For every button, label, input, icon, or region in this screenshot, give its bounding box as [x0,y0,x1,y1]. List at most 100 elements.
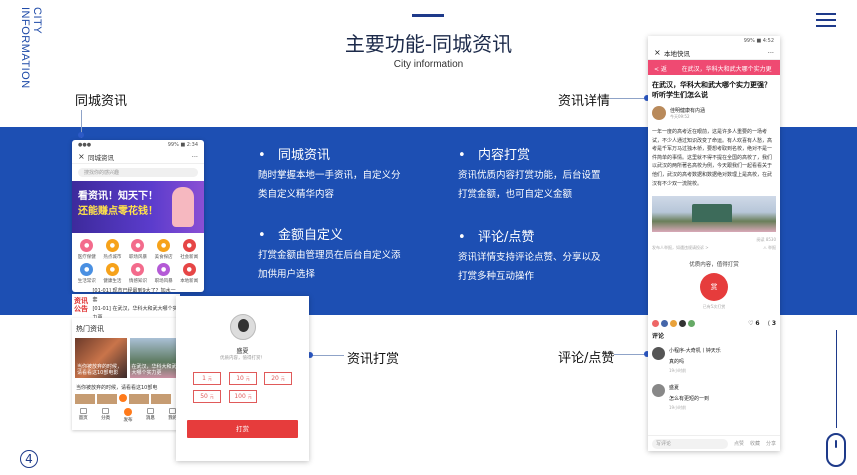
article-image-footer: 阅读 8530 [756,237,776,243]
article-title: 在武汉，华科大和武大哪个实力更强？听听学生们怎么说 [652,81,771,99]
reward-submit-button[interactable]: 打赏 [187,420,298,438]
category-item[interactable]: ● 美食探店 [151,239,177,260]
reward-user-name: 盛夏 [236,348,249,355]
category-item[interactable]: ● 职场风暴 [125,239,151,260]
category-icon: ● [80,239,94,252]
tab-message[interactable]: 消息 [146,408,155,423]
category-item[interactable]: ● 本地新闻 [176,263,202,284]
hot-news-caption: 在武汉，华科大和武大哪个实力更 [131,364,177,376]
hot-news-caption: 当你被放弃的时候，请看看这10部电影 [77,364,123,376]
reward-avatars: ♡ 6 ⟨ 3 [648,310,780,329]
category-label: 健康生活 [103,279,122,284]
close-icon[interactable]: × [78,152,88,161]
reward-description: 优质内容，值得打赏！ [220,356,265,361]
menu-icon[interactable] [816,13,836,27]
back-button[interactable]: < 返回 [654,64,672,82]
label-detail: 资讯详情 [558,94,611,109]
comment-item[interactable]: 小程序-大奇机丨钟天乐 真的吗 19小时前 [648,342,780,379]
amount-option[interactable]: 50 元 [193,390,221,403]
more-icon[interactable]: ··· [768,49,774,57]
feature-desc-comment: 资讯详情支持评论点赞、分享以及打赏多种互动操作 [458,252,601,282]
banner-line2: 还能赚点零花钱！ [78,206,158,217]
article-author[interactable]: 佳明健康有内涵 今天09:52 [648,102,780,124]
banner-line1: 看资讯！知天下！ [78,191,158,202]
author-name: 佳明健康有内涵 [670,107,706,114]
tab-publish[interactable]: 发布 [123,408,132,423]
announcement-line[interactable]: [01-01] 现市已经最到9大了？加水一套 [92,287,180,305]
category-icon: ● [182,239,196,252]
news-announcement[interactable]: 资讯公告 [01-01] 现市已经最到9大了？加水一套 [01-01] 在武汉，… [72,288,180,321]
category-icon: ● [157,263,171,276]
category-item[interactable]: ● 社会新闻 [176,239,202,260]
scroll-line [836,330,837,428]
reward-button[interactable]: 赏 [700,273,728,302]
feature-desc-news: 随时掌握本地一手资讯，自定义分类自定义精华内容 [258,170,401,200]
reward-prompt: 优质内容，值得打赏 [689,262,739,269]
label-news: 同城资讯 [75,94,128,109]
plus-icon [123,408,132,416]
comment-author: 盛夏 [669,385,680,392]
feature-title-amount: • 金额自定义 [258,228,344,243]
category-label: 职场风暴 [128,255,147,260]
category-item[interactable]: ● 热点城市 [100,239,126,260]
comment-item[interactable]: 盛夏 怎么有更短的一到 19小时前 [648,379,780,416]
like-action[interactable]: 点赞 [734,440,744,447]
avatar [652,106,666,120]
close-icon[interactable]: × [654,48,664,57]
category-icon: ● [105,263,119,276]
tab-home[interactable]: 首页 [79,408,88,423]
category-label: 情感知识 [128,279,147,284]
favorite-action[interactable]: 收藏 [750,440,760,447]
category-grid: ● 医疗保健 ● 热点城市 ● 职场风暴 ● 美食探店 ● 社会新闻 ● 生活常识 ● 健康生活 ● 情感知识… [72,235,204,286]
title-accent-bar [412,14,444,17]
detail-red-header: < 返回 在武汉，华科大和武大哪个实力更强? [648,60,780,82]
avatar [652,347,665,361]
bottom-tab-bar: 首页 分类 发布 消息 我的 [72,404,184,423]
report-hint[interactable]: 发布人举报，如遇违规请投诉 > [652,245,709,251]
category-item[interactable]: ● 医疗保健 [74,239,100,260]
category-label: 社会新闻 [180,255,199,260]
hot-news-panel: 热门资讯 当你被放弃的时候，请看看这10部电影 在武汉，华科大和武大哪个实力更 … [72,318,184,430]
category-item[interactable]: ● 情感知识 [125,263,151,284]
category-icon: ● [131,239,145,252]
news-nav-title: 同城资讯 [88,153,114,162]
home-icon [79,408,87,414]
amount-option[interactable]: 1 元 [193,372,221,385]
article-foot: 发布人举报，如遇违规请投诉 > ⚠ 举报 [648,244,780,252]
amount-option[interactable]: 100 元 [229,390,257,403]
category-icon [102,408,110,414]
amount-option[interactable]: 20 元 [264,372,292,385]
amount-option[interactable]: 10 元 [229,372,257,385]
category-item[interactable]: ● 健康生活 [100,263,126,284]
tab-category[interactable]: 分类 [101,408,110,423]
connector-reward [310,355,344,356]
news-phone-screen: ●●● 99% ■ 2:34 × 同城资讯 ··· 搜找你的感兴趣 看资讯！知天下… [72,140,204,292]
report-button[interactable]: ⚠ 举报 [763,245,776,251]
category-label: 热点城市 [103,255,122,260]
category-icon: ● [80,263,94,276]
news-search-input[interactable]: 搜找你的感兴趣 [78,168,198,177]
hot-news-title: 热门资讯 [76,325,104,333]
like-count[interactable]: ♡ 6 [748,320,759,327]
hot-news-bottom-text[interactable]: 当你被放弃的时候，请看看这10部电 [72,378,184,394]
comment-author: 小程序-大奇机丨钟天乐 [669,348,721,355]
category-item[interactable]: ● 生活常识 [74,263,100,284]
category-label: 美食探店 [154,255,173,260]
hot-news-card[interactable]: 在武汉，华科大和武大哪个实力更 [129,338,181,378]
detail-phone-screen: 99% ■ 4:52 × 本地快讯 ··· < 返回 在武汉，华科大和武大哪个实… [648,36,780,451]
status-bar: 99% ■ 4:52 [743,38,774,44]
reply-input[interactable]: 写评论 [652,438,728,449]
author-time: 今天09:52 [670,113,690,119]
banner-figure [172,187,194,227]
hot-news-card[interactable]: 当你被放弃的时候，请看看这10部电影 [75,338,127,378]
more-icon[interactable]: ··· [192,153,198,161]
feature-desc-tip: 资讯优质内容打赏功能，后台设置打赏金额，也可自定义金额 [458,170,601,200]
feature-title-comment: • 评论/点赞 [458,230,535,245]
reply-bar: 写评论 点赞 收藏 分享 [648,435,780,451]
share-count[interactable]: ⟨ 3 [768,320,776,327]
comment-time: 19小时前 [669,368,687,374]
share-action[interactable]: 分享 [766,440,776,447]
news-banner[interactable]: 看资讯！知天下！ 还能赚点零花钱！ [72,181,204,233]
comment-time: 19小时前 [669,405,687,411]
category-item[interactable]: ● 职场风暴 [151,263,177,284]
